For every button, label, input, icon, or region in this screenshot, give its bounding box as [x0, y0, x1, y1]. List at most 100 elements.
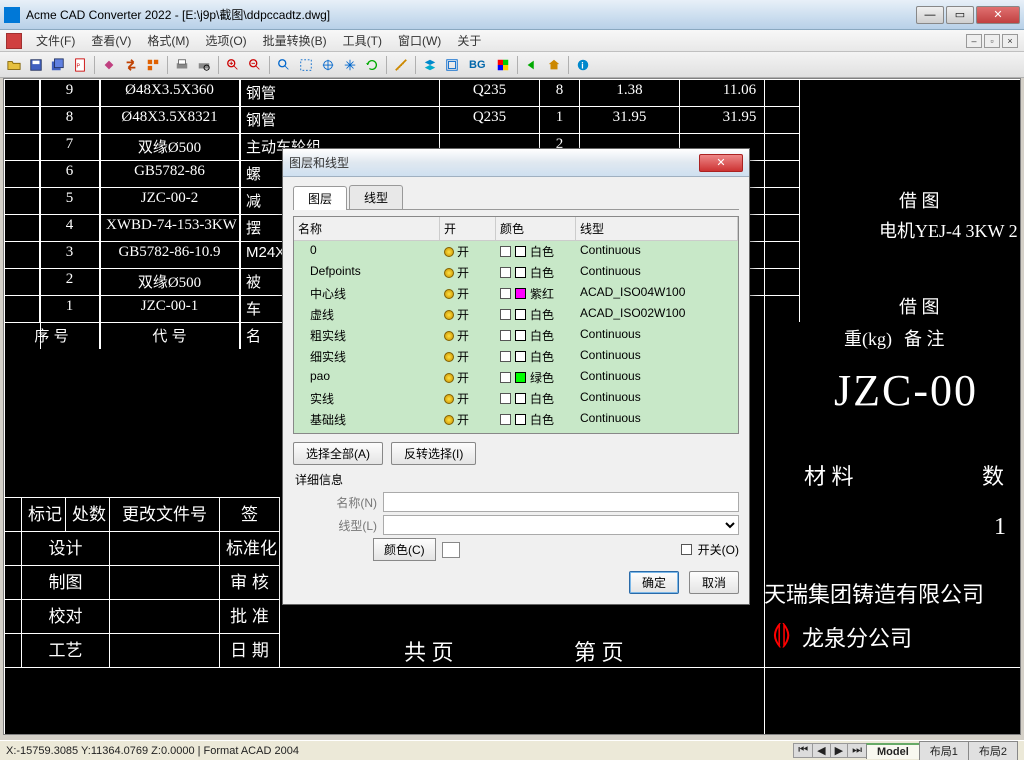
layer-row[interactable]: 实线开白色Continuous — [294, 388, 738, 409]
color-icon[interactable] — [493, 55, 513, 75]
menu-file[interactable]: 文件(F) — [28, 30, 83, 51]
layers-icon[interactable] — [420, 55, 440, 75]
home-icon[interactable] — [544, 55, 564, 75]
dialog-close-button[interactable]: ✕ — [699, 154, 743, 172]
plugin-icon[interactable] — [99, 55, 119, 75]
layout-icon[interactable] — [442, 55, 462, 75]
layer-row[interactable]: 图形开白色Continuous — [294, 430, 738, 434]
zoom-in-icon[interactable] — [223, 55, 243, 75]
measure-icon[interactable] — [391, 55, 411, 75]
layer-color-checkbox[interactable] — [500, 330, 511, 341]
open-icon[interactable] — [4, 55, 24, 75]
close-button[interactable]: ✕ — [976, 6, 1020, 24]
hdr-color[interactable]: 颜色 — [496, 217, 576, 240]
menu-tools[interactable]: 工具(T) — [335, 30, 390, 51]
zoom-out-icon[interactable] — [245, 55, 265, 75]
layer-color-swatch[interactable] — [515, 330, 526, 341]
mdi-restore-button[interactable]: ▫ — [984, 34, 1000, 48]
cancel-button[interactable]: 取消 — [689, 571, 739, 594]
color-swatch[interactable] — [442, 542, 460, 558]
bg-button[interactable]: BG — [464, 55, 491, 75]
menu-batch[interactable]: 批量转换(B) — [255, 30, 335, 51]
bulb-icon[interactable] — [444, 310, 454, 320]
layer-color-swatch[interactable] — [515, 267, 526, 278]
zoom-extents-icon[interactable] — [274, 55, 294, 75]
layer-color-swatch[interactable] — [515, 414, 526, 425]
hdr-on[interactable]: 开 — [440, 217, 496, 240]
layer-row[interactable]: 虚线开白色ACAD_ISO02W100 — [294, 304, 738, 325]
minimize-button[interactable]: — — [916, 6, 944, 24]
layer-row[interactable]: 中心线开紫红ACAD_ISO04W100 — [294, 283, 738, 304]
bulb-icon[interactable] — [444, 415, 454, 425]
maximize-button[interactable]: ▭ — [946, 6, 974, 24]
hdr-name[interactable]: 名称 — [294, 217, 440, 240]
layer-color-checkbox[interactable] — [500, 246, 511, 257]
menu-view[interactable]: 查看(V) — [83, 30, 139, 51]
bulb-icon[interactable] — [444, 331, 454, 341]
layer-color-checkbox[interactable] — [500, 309, 511, 320]
export-pdf-icon[interactable]: P — [70, 55, 90, 75]
layer-color-swatch[interactable] — [515, 372, 526, 383]
dialog-titlebar[interactable]: 图层和线型 ✕ — [283, 149, 749, 177]
linetype-select[interactable] — [383, 515, 739, 535]
menu-window[interactable]: 窗口(W) — [390, 30, 449, 51]
name-input[interactable] — [383, 492, 739, 512]
print-preview-icon[interactable] — [194, 55, 214, 75]
layer-color-swatch[interactable] — [515, 309, 526, 320]
layer-color-swatch[interactable] — [515, 288, 526, 299]
layer-row[interactable]: 0开白色Continuous — [294, 241, 738, 262]
tab-model[interactable]: Model — [866, 743, 920, 759]
save-icon[interactable] — [26, 55, 46, 75]
bulb-icon[interactable] — [444, 394, 454, 404]
zoom-all-icon[interactable] — [318, 55, 338, 75]
layer-color-checkbox[interactable] — [500, 414, 511, 425]
mdi-minimize-button[interactable]: – — [966, 34, 982, 48]
menu-about[interactable]: 关于 — [449, 30, 489, 51]
color-button[interactable]: 颜色(C) — [373, 538, 436, 561]
bulb-icon[interactable] — [444, 268, 454, 278]
layer-color-checkbox[interactable] — [500, 372, 511, 383]
layer-color-checkbox[interactable] — [500, 267, 511, 278]
layer-list[interactable]: 名称 开 颜色 线型 0开白色ContinuousDefpoints开白色Con… — [293, 216, 739, 434]
switch-checkbox[interactable] — [681, 544, 692, 555]
invert-selection-button[interactable]: 反转选择(I) — [391, 442, 476, 465]
bulb-icon[interactable] — [444, 289, 454, 299]
layer-row[interactable]: pao开绿色Continuous — [294, 367, 738, 388]
layer-color-swatch[interactable] — [515, 246, 526, 257]
tab-first-button[interactable]: ⏮ — [793, 743, 813, 758]
info-icon[interactable]: i — [573, 55, 593, 75]
zoom-window-icon[interactable] — [296, 55, 316, 75]
bulb-icon[interactable] — [444, 373, 454, 383]
layer-row[interactable]: 细实线开白色Continuous — [294, 346, 738, 367]
layer-row[interactable]: 粗实线开白色Continuous — [294, 325, 738, 346]
layer-color-checkbox[interactable] — [500, 288, 511, 299]
batch-icon[interactable] — [143, 55, 163, 75]
layer-color-swatch[interactable] — [515, 351, 526, 362]
saveall-icon[interactable] — [48, 55, 68, 75]
layer-row[interactable]: 基础线开白色Continuous — [294, 409, 738, 430]
layer-color-swatch[interactable] — [515, 393, 526, 404]
layer-color-checkbox[interactable] — [500, 393, 511, 404]
mdi-close-button[interactable]: × — [1002, 34, 1018, 48]
bulb-icon[interactable] — [444, 352, 454, 362]
menu-format[interactable]: 格式(M) — [139, 30, 197, 51]
layer-row[interactable]: Defpoints开白色Continuous — [294, 262, 738, 283]
tab-layout1[interactable]: 布局1 — [919, 741, 969, 760]
menu-options[interactable]: 选项(O) — [197, 30, 254, 51]
hdr-linetype[interactable]: 线型 — [576, 217, 738, 240]
redraw-icon[interactable] — [362, 55, 382, 75]
pan-icon[interactable] — [340, 55, 360, 75]
tab-layout2[interactable]: 布局2 — [968, 741, 1018, 760]
layer-color-checkbox[interactable] — [500, 351, 511, 362]
convert-icon[interactable] — [121, 55, 141, 75]
tab-linetypes[interactable]: 线型 — [349, 185, 403, 209]
print-icon[interactable] — [172, 55, 192, 75]
tab-prev-button[interactable]: ◀ — [812, 743, 830, 758]
tab-last-button[interactable]: ⏭ — [847, 743, 867, 758]
tab-next-button[interactable]: ▶ — [830, 743, 848, 758]
tab-layers[interactable]: 图层 — [293, 186, 347, 210]
back-icon[interactable] — [522, 55, 542, 75]
select-all-button[interactable]: 选择全部(A) — [293, 442, 383, 465]
bulb-icon[interactable] — [444, 247, 454, 257]
ok-button[interactable]: 确定 — [629, 571, 679, 594]
